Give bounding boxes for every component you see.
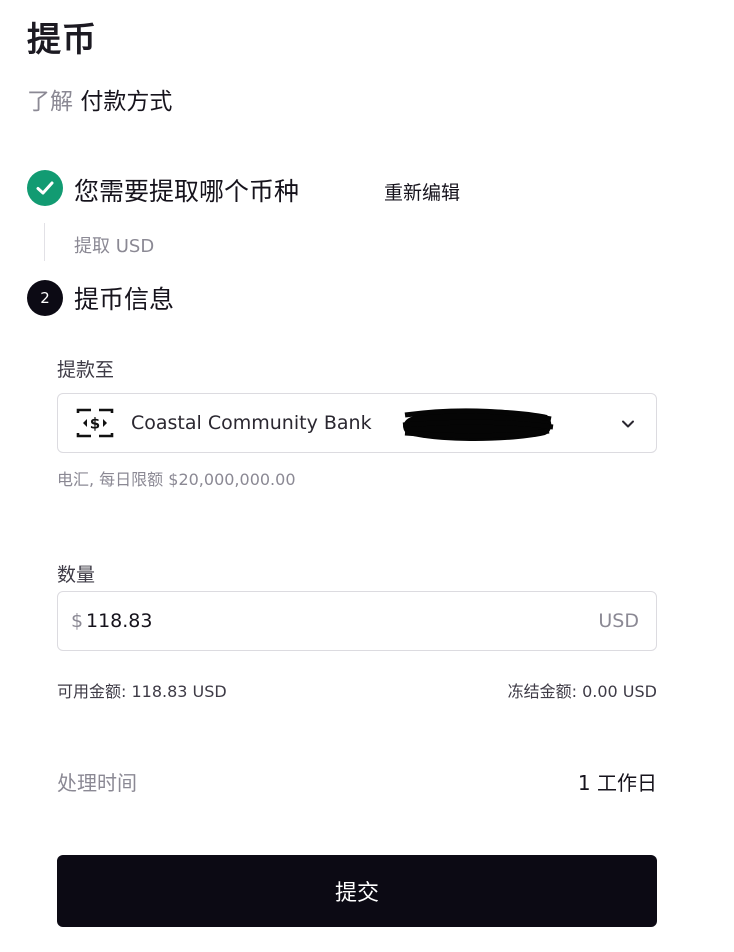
amount-unit: USD [598,610,639,632]
page-title: 提币 [27,20,97,60]
re-edit-button[interactable]: 重新编辑 [384,178,460,205]
step-connector [44,223,45,261]
chevron-down-icon [622,420,634,428]
amount-input[interactable] [86,602,546,640]
processing-time-value: 1 工作日 [577,771,657,795]
learn-payment-methods: 了解 付款方式 [27,82,172,116]
redaction-scribble [402,408,554,441]
amount-label: 数量 [57,564,96,586]
payment-methods-link[interactable]: 付款方式 [80,89,172,115]
step2-title: 提币信息 [74,285,175,314]
submit-button[interactable]: 提交 [57,855,657,927]
step2-number-badge: 2 [27,280,63,316]
learn-prefix: 了解 [27,89,73,115]
check-icon [27,170,63,206]
withdraw-page: 提币 了解 付款方式 您需要提取哪个币种 重新编辑 提取 USD 2 提币信息 … [0,0,734,952]
processing-time-label: 处理时间 [57,771,137,795]
available-balance: 可用金额: 118.83 USD [57,682,227,701]
step1-title: 您需要提取哪个币种 [74,177,300,206]
amount-field: $ USD [57,591,657,651]
currency-symbol: $ [71,610,84,632]
bank-transfer-icon: $ [76,408,114,438]
destination-hint: 电汇, 每日限额 $20,000,000.00 [57,470,296,489]
destination-select[interactable]: $ Coastal Community Bank [57,393,657,453]
destination-label: 提款至 [57,359,115,381]
bank-name: Coastal Community Bank [131,412,372,434]
frozen-balance: 冻结金额: 0.00 USD [507,682,657,701]
step1-summary: 提取 USD [74,236,155,257]
svg-text:$: $ [90,415,100,433]
